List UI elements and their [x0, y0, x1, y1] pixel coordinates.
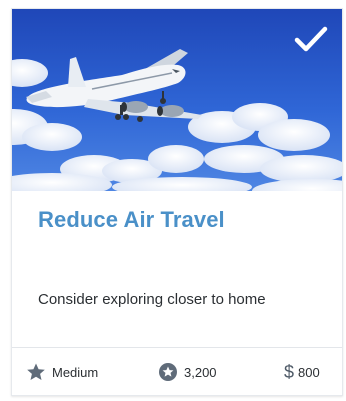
- points-stat: 3,200: [158, 362, 217, 382]
- star-icon: [26, 362, 46, 382]
- action-card[interactable]: Reduce Air Travel Consider exploring clo…: [11, 8, 343, 396]
- cost-value: 800: [298, 364, 320, 380]
- difficulty-stat: Medium: [26, 362, 98, 382]
- checkmark-icon[interactable]: [294, 25, 328, 53]
- card-description: Consider exploring closer to home: [38, 291, 266, 308]
- dollar-icon: $: [284, 362, 295, 382]
- card-image: [12, 9, 342, 191]
- cost-stat: $ 800: [284, 362, 320, 382]
- badge-star-icon: [158, 362, 178, 382]
- points-value: 3,200: [184, 364, 217, 380]
- difficulty-label: Medium: [52, 364, 99, 380]
- card-footer: Medium 3,200 $ 800: [12, 347, 342, 395]
- card-title: Reduce Air Travel: [38, 207, 225, 232]
